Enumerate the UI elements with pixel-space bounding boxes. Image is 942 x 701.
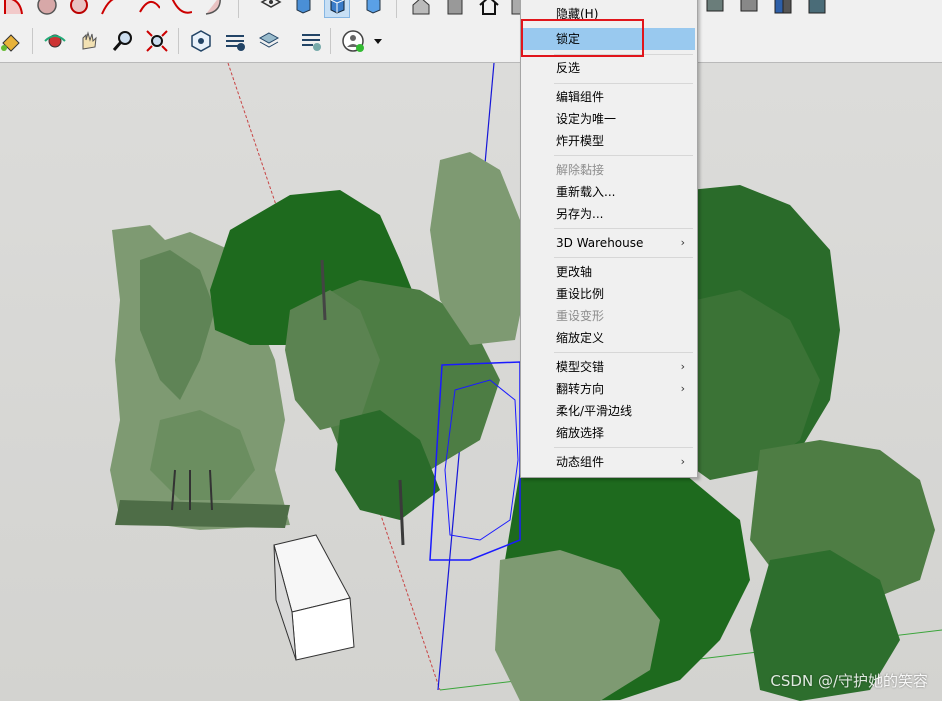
dropdown-arrow-icon[interactable] — [368, 28, 388, 54]
menu-item-label: 缩放定义 — [556, 331, 605, 345]
view-front-icon[interactable] — [290, 0, 316, 18]
menu-item-intersect-faces[interactable]: 模型交错 › — [523, 356, 695, 378]
menu-item-dynamic-components[interactable]: 动态组件 › — [523, 451, 695, 473]
menu-item-label: 设定为唯一 — [556, 112, 617, 126]
toolbar-separator — [396, 0, 397, 18]
arc-tool-icon[interactable] — [0, 0, 26, 18]
submenu-arrow-icon: › — [680, 360, 685, 373]
two-point-arc-icon[interactable] — [168, 0, 194, 18]
menu-separator — [554, 228, 693, 229]
paint-bucket-icon[interactable] — [0, 28, 24, 54]
menu-item-label: 柔化/平滑边线 — [556, 404, 633, 418]
menu-item-label: 翻转方向 — [556, 382, 605, 396]
watermark: CSDN @/守护她的笑容 — [770, 672, 928, 690]
rotated-rect-icon[interactable] — [34, 0, 60, 18]
lock-annotation-box — [521, 19, 644, 57]
toolbar-separator — [330, 28, 331, 54]
menu-item-save-as[interactable]: 另存为... — [523, 203, 695, 225]
component-view-2-icon[interactable] — [736, 0, 762, 18]
toolbar-separator — [32, 28, 33, 54]
menu-item-label: 编辑组件 — [556, 90, 605, 104]
component-view-3-icon[interactable] — [770, 0, 796, 18]
component-attributes-icon[interactable] — [222, 28, 248, 54]
menu-item-label: 解除黏接 — [556, 163, 605, 177]
menu-item-reset-skew: 重设变形 — [523, 305, 695, 327]
view-iso-icon[interactable] — [324, 0, 350, 18]
menu-item-soften-smooth-edges[interactable]: 柔化/平滑边线 — [523, 400, 695, 422]
menu-item-reload[interactable]: 重新载入... — [523, 181, 695, 203]
toolbar-row-1 — [0, 0, 942, 21]
submenu-arrow-icon: › — [680, 382, 685, 395]
menu-separator — [554, 257, 693, 258]
menu-item-label: 3D Warehouse — [556, 236, 644, 250]
white-box[interactable] — [273, 534, 355, 661]
pie-tool-icon[interactable] — [136, 0, 162, 18]
menu-item-label: 重新载入... — [556, 185, 616, 199]
polygon-tool-icon[interactable] — [98, 0, 124, 18]
toolbar-separator — [178, 28, 179, 54]
house-view-icon[interactable] — [408, 0, 434, 18]
menu-separator — [554, 352, 693, 353]
menu-item-change-axes[interactable]: 更改轴 — [523, 261, 695, 283]
menu-separator — [554, 155, 693, 156]
generate-report-icon[interactable] — [298, 28, 324, 54]
submenu-arrow-icon: › — [680, 236, 685, 249]
menu-item-make-unique[interactable]: 设定为唯一 — [523, 108, 695, 130]
zoom-extents-icon[interactable] — [144, 28, 170, 54]
menu-item-label: 另存为... — [556, 207, 604, 221]
component-options-icon[interactable] — [188, 28, 214, 54]
menu-item-label: 重设变形 — [556, 309, 605, 323]
menu-item-reset-scale[interactable]: 重设比例 — [523, 283, 695, 305]
menu-separator — [554, 447, 693, 448]
model-viewport[interactable] — [0, 63, 942, 701]
menu-item-label: 重设比例 — [556, 287, 605, 301]
house-back-icon[interactable] — [442, 0, 468, 18]
orbit-icon[interactable] — [42, 28, 68, 54]
menu-item-invert-selection[interactable]: 反选 — [523, 57, 695, 79]
component-view-1-icon[interactable] — [702, 0, 728, 18]
menu-item-3d-warehouse[interactable]: 3D Warehouse › — [523, 232, 695, 254]
toolbar-row-2 — [0, 26, 400, 57]
three-point-arc-icon[interactable] — [200, 0, 226, 18]
toolbar-separator — [238, 0, 239, 18]
menu-item-label: 炸开模型 — [556, 134, 605, 148]
scene-canvas[interactable] — [0, 63, 942, 701]
home-icon[interactable] — [476, 0, 502, 18]
menu-item-flip-along[interactable]: 翻转方向 › — [523, 378, 695, 400]
menu-item-explode[interactable]: 炸开模型 — [523, 130, 695, 152]
component-view-4-icon[interactable] — [804, 0, 830, 18]
menu-item-label: 更改轴 — [556, 265, 593, 279]
menu-separator — [554, 83, 693, 84]
menu-item-scale-definition[interactable]: 缩放定义 — [523, 327, 695, 349]
circle-tool-icon[interactable] — [66, 0, 92, 18]
context-menu: 隐藏(H) 锁定 反选 编辑组件 设定为唯一 炸开模型 解除黏接 重新载入...… — [520, 0, 698, 478]
layers-icon[interactable] — [256, 28, 282, 54]
zoom-icon[interactable] — [110, 28, 136, 54]
pan-hand-icon[interactable] — [76, 28, 102, 54]
menu-item-zoom-selection[interactable]: 缩放选择 — [523, 422, 695, 444]
menu-item-unglue: 解除黏接 — [523, 159, 695, 181]
menu-item-label: 动态组件 — [556, 455, 605, 469]
standard-view-top-icon[interactable] — [258, 0, 284, 18]
submenu-arrow-icon: › — [680, 455, 685, 468]
menu-item-label: 反选 — [556, 61, 581, 75]
view-right-icon[interactable] — [360, 0, 386, 18]
toolbar — [0, 0, 942, 63]
menu-item-label: 模型交错 — [556, 360, 605, 374]
menu-item-label: 缩放选择 — [556, 426, 605, 440]
user-account-icon[interactable] — [340, 28, 366, 54]
menu-item-edit-component[interactable]: 编辑组件 — [523, 86, 695, 108]
